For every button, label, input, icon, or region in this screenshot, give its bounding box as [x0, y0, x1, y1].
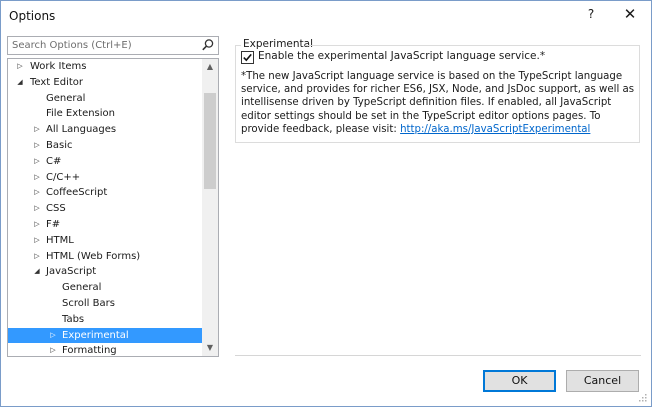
window-title: Options	[9, 9, 56, 23]
tree-item-label: Scroll Bars	[62, 297, 115, 309]
tree-item-label: Text Editor	[30, 76, 83, 88]
options-tree[interactable]: ▷ Work Items ◢ Text Editor General File Exten…	[7, 58, 219, 357]
tree-item-text-editor[interactable]: ◢ Text Editor	[8, 75, 203, 91]
expanded-arrow-icon[interactable]: ◢	[15, 75, 25, 91]
tree-item-label: General	[62, 282, 102, 294]
resize-grip-icon[interactable]	[638, 393, 648, 403]
tree-item-html[interactable]: ▷ HTML	[8, 233, 203, 249]
tree-item-label: All Languages	[46, 124, 117, 136]
tree-item-all-languages[interactable]: ▷ All Languages	[8, 122, 203, 138]
collapsed-arrow-icon[interactable]: ▷	[32, 217, 42, 233]
expanded-arrow-icon[interactable]: ◢	[32, 264, 42, 280]
tree-item-label: Experimental	[62, 329, 129, 341]
tree-scrollbar[interactable]: ▲ ▼	[202, 59, 218, 356]
tree-item-experimental[interactable]: ▷ Experimental	[8, 327, 203, 344]
tree-item-label: HTML	[46, 234, 74, 246]
tree-item-label: Basic	[46, 139, 73, 151]
ok-button[interactable]: OK	[483, 370, 556, 392]
tree-item-label: C/C++	[46, 171, 81, 183]
tree-item-label: HTML (Web Forms)	[46, 250, 141, 262]
tree-item-label: File Extension	[46, 108, 116, 120]
collapsed-arrow-icon[interactable]: ▷	[32, 233, 42, 249]
search-box[interactable]	[7, 36, 219, 55]
tree-item-c[interactable]: ▷ C#	[8, 154, 203, 170]
tree-item-basic[interactable]: ▷ Basic	[8, 138, 203, 154]
tree-item-work-items[interactable]: ▷ Work Items	[8, 59, 203, 75]
tree-item-label: Tabs	[62, 313, 85, 325]
collapsed-arrow-icon[interactable]: ▷	[32, 185, 42, 201]
tree-item-label: General	[46, 92, 86, 104]
scroll-thumb[interactable]	[204, 93, 216, 189]
collapsed-arrow-icon[interactable]: ▷	[48, 328, 58, 344]
footer-divider	[235, 355, 641, 356]
tree-item-f[interactable]: ▷ F#	[8, 217, 203, 233]
close-button[interactable]: ✕	[619, 5, 641, 25]
collapsed-arrow-icon[interactable]: ▷	[48, 343, 58, 356]
tree-item-label: Work Items	[30, 61, 87, 72]
collapsed-arrow-icon[interactable]: ▷	[32, 249, 42, 265]
tree-item-label: JavaScript	[46, 266, 97, 278]
tree-item-tabs[interactable]: Tabs	[8, 312, 203, 328]
collapsed-arrow-icon[interactable]: ▷	[32, 138, 42, 154]
tree-item-css[interactable]: ▷ CSS	[8, 201, 203, 217]
scroll-down-arrow-icon[interactable]: ▼	[202, 340, 218, 356]
tree-item-html-web-forms[interactable]: ▷ HTML (Web Forms)	[8, 249, 203, 265]
tree-item-general[interactable]: General	[8, 91, 203, 107]
tree-item-general[interactable]: General	[8, 280, 203, 296]
tree-item-label: CSS	[46, 203, 66, 215]
collapsed-arrow-icon[interactable]: ▷	[32, 201, 42, 217]
tree-item-label: C#	[46, 155, 62, 167]
tree-item-coffeescript[interactable]: ▷ CoffeeScript	[8, 185, 203, 201]
search-icon[interactable]	[201, 38, 215, 52]
help-button[interactable]: ?	[581, 7, 601, 21]
enable-experimental-checkbox[interactable]	[241, 51, 254, 64]
tree-item-javascript[interactable]: ◢ JavaScript	[8, 264, 203, 280]
title-bar: Options ? ✕	[1, 1, 651, 31]
checkbox-label[interactable]: Enable the experimental JavaScript langu…	[258, 50, 545, 62]
tree-item-label: Formatting	[62, 345, 117, 357]
collapsed-arrow-icon[interactable]: ▷	[32, 122, 42, 138]
options-dialog: Options ? ✕ ▷ Work Items ◢ Text Editor Gener…	[0, 0, 652, 407]
tree-item-label: CoffeeScript	[46, 187, 108, 199]
collapsed-arrow-icon[interactable]: ▷	[32, 170, 42, 186]
tree-list: ▷ Work Items ◢ Text Editor General File Exten…	[8, 59, 203, 357]
cancel-button[interactable]: Cancel	[566, 370, 639, 392]
feedback-link[interactable]: http://aka.ms/JavaScriptExperimental	[400, 124, 590, 135]
checkmark-icon	[243, 53, 252, 62]
tree-item-scroll-bars[interactable]: Scroll Bars	[8, 296, 203, 312]
scroll-up-arrow-icon[interactable]: ▲	[202, 59, 218, 75]
description-text: *The new JavaScript language service is …	[241, 70, 637, 136]
tree-item-c-c[interactable]: ▷ C/C++	[8, 170, 203, 186]
collapsed-arrow-icon[interactable]: ▷	[32, 154, 42, 170]
collapsed-arrow-icon[interactable]: ▷	[15, 59, 25, 75]
tree-item-label: F#	[46, 218, 61, 230]
tree-item-formatting[interactable]: ▷ Formatting	[8, 343, 203, 357]
tree-item-file-extension[interactable]: File Extension	[8, 106, 203, 122]
search-input[interactable]	[8, 37, 198, 54]
